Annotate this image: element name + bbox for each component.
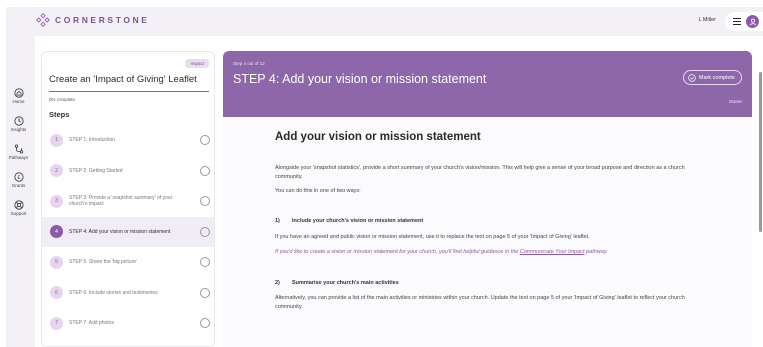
pound-coin-icon: £ (13, 172, 24, 182)
step-list: 1 STEP 1: Introduction 2 STEP 2: Getting… (42, 125, 214, 339)
nav-label-insights: Insights (10, 127, 27, 132)
help-text: If you'd like to create a vision or miss… (275, 249, 519, 255)
option-1-heading: 1) Include your church's vision or missio… (275, 218, 423, 224)
step-item-3[interactable]: 3 STEP 3: Provide a 'snapshot summary' o… (42, 186, 214, 217)
step-complete-circle-icon[interactable] (200, 226, 210, 237)
option-2-title: Summarise your church's main activities (292, 280, 399, 286)
app-name: CORNERSTONE (55, 15, 150, 25)
cornerstone-logo-icon (36, 13, 50, 27)
step-number: 7 (50, 316, 63, 330)
option-2-heading: 2) Summarise your church's main activitie… (275, 280, 399, 286)
steps-heading: Steps (49, 110, 70, 119)
nav-item-insights[interactable]: Insights (6, 116, 31, 144)
step-complete-circle-icon[interactable] (200, 318, 210, 329)
option-2-number: 2) (275, 280, 280, 286)
step-label: STEP 6: Include stories and testimonies (69, 289, 158, 296)
step-complete-circle-icon[interactable] (200, 135, 210, 146)
lifebuoy-icon (13, 200, 24, 210)
clock-icon (13, 116, 24, 126)
svg-text:£: £ (17, 175, 20, 181)
step-item-4-active[interactable]: 4 STEP 4: Add your vision or mission sta… (42, 216, 214, 247)
nav-item-support[interactable]: Support (6, 200, 31, 228)
step-title: STEP 4: Add your vision or mission state… (233, 72, 487, 86)
step-item-7[interactable]: 7 STEP 7: Add photos (42, 308, 214, 339)
check-circle-icon (688, 73, 696, 82)
home-icon (13, 88, 24, 98)
top-bar: CORNERSTONE L Miller (6, 7, 763, 35)
course-title: Create an 'Impact of Giving' Leaflet (49, 74, 197, 85)
mark-complete-button[interactable]: Mark complete (682, 70, 742, 85)
app-logo[interactable]: CORNERSTONE (36, 13, 150, 27)
nav-item-home[interactable]: Home (6, 88, 31, 116)
user-menu[interactable] (725, 12, 763, 31)
step-number: 6 (50, 286, 63, 300)
step-content: Add your vision or mission statement Alo… (223, 117, 752, 347)
step-item-2[interactable]: 2 STEP 2: Getting Started (42, 156, 214, 187)
step-complete-circle-icon[interactable] (200, 287, 210, 298)
step-complete-circle-icon[interactable] (200, 257, 210, 268)
steps-panel: Impact Create an 'Impact of Giving' Leaf… (41, 51, 215, 347)
option-1-title: Include your church's vision or mission … (292, 218, 424, 224)
step-complete-circle-icon[interactable] (200, 165, 210, 176)
step-item-5[interactable]: 5 STEP 5: Share the 'big picture' (42, 247, 214, 278)
step-item-6[interactable]: 6 STEP 6: Include stories and testimonie… (42, 278, 214, 309)
step-complete-circle-icon[interactable] (200, 196, 210, 207)
progress-text: 0% complete (49, 97, 76, 102)
hamburger-menu-icon[interactable] (733, 18, 741, 25)
nav-label-pathways: Pathways (8, 155, 29, 160)
step-number: 4 (50, 225, 63, 239)
step-label: STEP 7: Add photos (69, 320, 114, 327)
left-nav: Home Insights Pathways £ Grants Support (6, 88, 31, 228)
option-2-text: Alternatively, you can provide a list of… (275, 295, 685, 310)
pathways-icon (14, 144, 23, 154)
step-number: 2 (50, 164, 63, 178)
category-badge: Impact (185, 59, 209, 68)
step-label: STEP 4: Add your vision or mission state… (69, 228, 171, 235)
step-number: 3 (50, 194, 63, 208)
step-number: 5 (50, 255, 63, 269)
option-1-number: 1) (275, 218, 280, 224)
option-1-help: If you'd like to create a vision or miss… (275, 249, 608, 255)
step-header: Step 4 out of 12 STEP 4: Add your vision… (223, 51, 752, 117)
content-heading: Add your vision or mission statement (275, 131, 481, 143)
title-divider (49, 91, 209, 92)
owner-label: Owner (728, 99, 742, 104)
step-label: STEP 3: Provide a 'snapshot summary' of … (69, 195, 173, 208)
step-label: STEP 1: Introduction (69, 137, 116, 144)
nav-item-grants[interactable]: £ Grants (6, 172, 31, 200)
ways-paragraph: You can do this in one of two ways: (275, 188, 361, 194)
nav-label-support: Support (10, 211, 27, 216)
nav-label-grants: Grants (11, 183, 26, 188)
communicate-impact-link[interactable]: Communicate Your Impact (520, 249, 585, 255)
step-number: 1 (50, 133, 63, 147)
nav-label-home: Home (12, 99, 25, 104)
step-counter: Step 4 out of 12 (233, 61, 265, 66)
step-label: STEP 2: Getting Started (69, 167, 123, 174)
user-avatar-icon[interactable] (746, 15, 759, 28)
step-item-1[interactable]: 1 STEP 1: Introduction (42, 125, 214, 156)
nav-item-pathways[interactable]: Pathways (6, 144, 31, 172)
mark-complete-label: Mark complete (698, 74, 735, 81)
intro-paragraph: Alongside your 'snapshot statistics', pr… (275, 165, 685, 180)
help-suffix: pathway. (586, 249, 608, 255)
page-scrollbar[interactable] (759, 72, 762, 232)
step-label: STEP 5: Share the 'big picture' (69, 259, 137, 266)
user-name: L Miller (698, 17, 716, 23)
option-1-text: If you have an agreed and public vision … (275, 234, 590, 240)
